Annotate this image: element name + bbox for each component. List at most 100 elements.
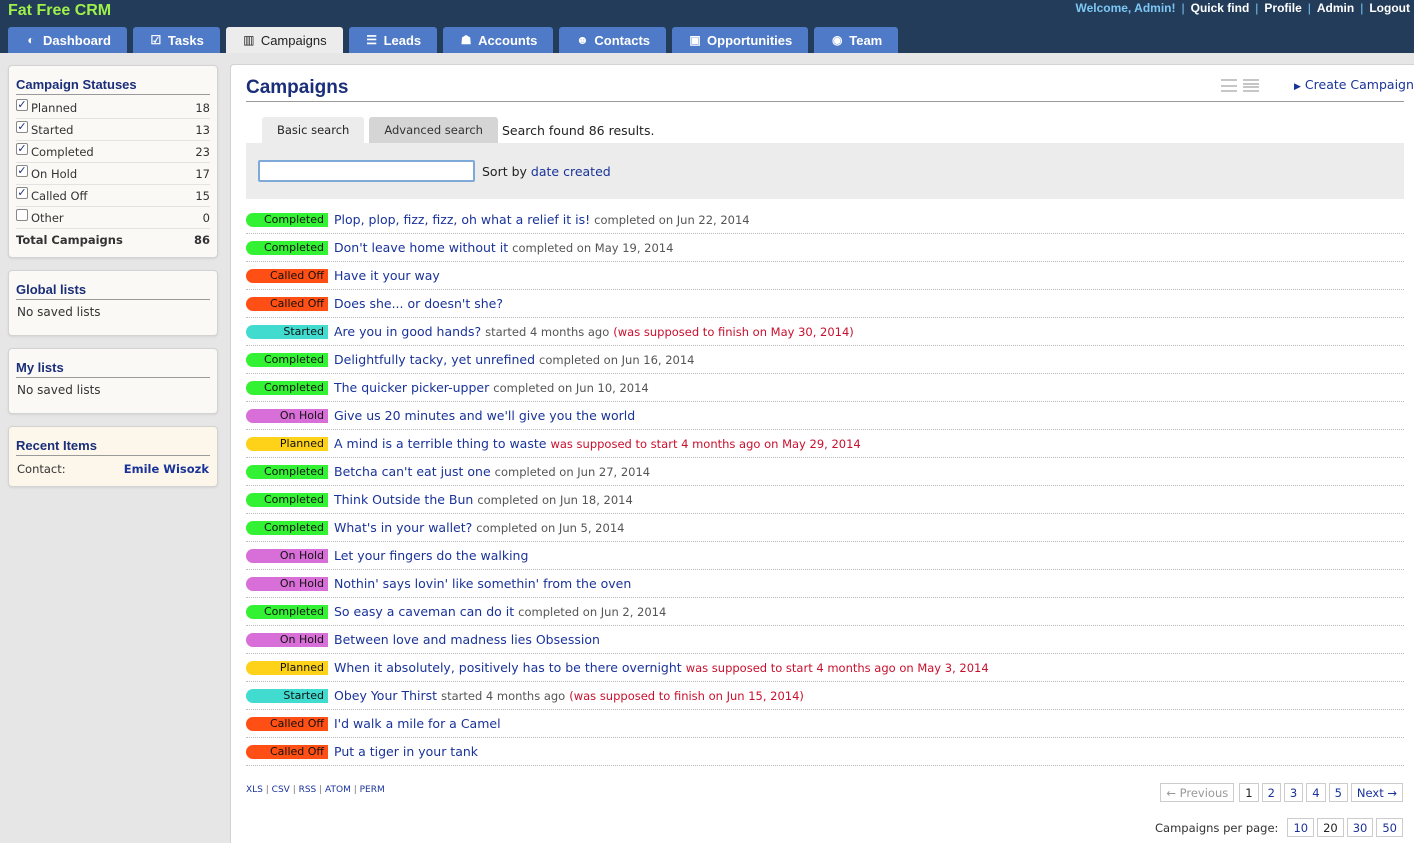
money-icon: ▣ [689, 33, 701, 47]
export-perm-link[interactable]: PERM [360, 785, 385, 795]
tab-label: Dashboard [43, 32, 111, 48]
page-1-button[interactable]: 1 [1239, 783, 1259, 802]
campaign-status-note: completed on Jun 10, 2014 [493, 380, 649, 395]
create-campaign-label: Create Campaign [1304, 77, 1414, 92]
status-checkbox[interactable]: ✓ [16, 164, 28, 177]
campaign-status-note: completed on Jun 5, 2014 [476, 520, 625, 535]
campaign-link[interactable]: What's in your wallet? [334, 520, 472, 535]
tab-team[interactable]: ◉ Team [814, 27, 899, 53]
check-icon: ☑ [150, 33, 162, 47]
nav-separator: | [1360, 1, 1364, 15]
campaign-overdue-warning: (was supposed to finish on May 30, 2014) [613, 324, 854, 339]
list-item: Started Obey Your Thirst started 4 months … [246, 682, 1404, 710]
search-input[interactable] [258, 160, 475, 182]
total-count: 86 [193, 233, 210, 247]
tab-leads[interactable]: ☰ Leads [348, 27, 438, 53]
campaign-link[interactable]: The quicker picker-upper [334, 380, 489, 395]
status-badge: On Hold [246, 632, 328, 647]
campaign-link[interactable]: Betcha can't eat just one [334, 464, 491, 479]
campaign-link[interactable]: Plop, plop, fizz, fizz, oh what a relief… [334, 212, 590, 227]
user-icon: ☻ [576, 33, 589, 47]
profile-link[interactable]: Profile [1264, 1, 1301, 15]
sort-label: Sort by [482, 164, 527, 179]
status-filter-list: ✓ Planned 18 ✓ Started 13 ✓ Completed 23 ✓ On Hold… [9, 97, 217, 229]
long-view-icon[interactable] [1243, 79, 1259, 92]
page-5-button[interactable]: 5 [1328, 783, 1348, 802]
campaign-link[interactable]: When it absolutely, positively has to be… [334, 660, 682, 675]
list-item: Planned When it absolutely, positively ha… [246, 654, 1404, 682]
export-atom-link[interactable]: ATOM [325, 785, 351, 795]
campaign-list: Completed Plop, plop, fizz, fizz, oh what… [246, 206, 1404, 766]
per-page-label: Campaigns per page: [1155, 820, 1279, 835]
recent-item: Contact: Emile Wisozk [17, 462, 209, 476]
search-panel: Sort by date created [246, 143, 1404, 199]
status-count: 18 [195, 100, 210, 115]
campaign-link[interactable]: A mind is a terrible thing to waste [334, 436, 546, 451]
recent-contact-link[interactable]: Emile Wisozk [124, 462, 209, 476]
bar-chart-icon: ▥ [243, 33, 255, 47]
nav-separator: | [1307, 1, 1311, 15]
campaign-link[interactable]: Delightfully tacky, yet unrefined [334, 352, 535, 367]
campaign-link[interactable]: Put a tiger in your tank [334, 744, 478, 759]
tab-tasks[interactable]: ☑ Tasks [132, 27, 220, 53]
per-page-10-button[interactable]: 10 [1287, 818, 1315, 837]
tab-dashboard[interactable]: ◐ Dashboard [8, 27, 127, 53]
tab-advanced-search[interactable]: Advanced search [369, 117, 498, 143]
create-campaign-link[interactable]: ▶ Create Campaign [1294, 77, 1414, 92]
tab-contacts[interactable]: ☻ Contacts [559, 27, 667, 53]
recent-item-label: Contact: [17, 462, 66, 476]
list-item: On Hold Give us 20 minutes and we'll give… [246, 402, 1404, 430]
tab-label: Opportunities [707, 32, 793, 48]
list-item: Completed Think Outside the Bun completed … [246, 486, 1404, 514]
search-results-count: Search found 86 results. [501, 122, 655, 138]
quick-find-link[interactable]: Quick find [1191, 1, 1250, 15]
campaign-link[interactable]: Think Outside the Bun [334, 492, 473, 507]
status-checkbox[interactable]: ✓ [16, 186, 28, 199]
per-page-30-button[interactable]: 30 [1346, 818, 1374, 837]
tab-accounts[interactable]: ☗ Accounts [443, 27, 554, 53]
campaign-link[interactable]: Are you in good hands? [334, 324, 481, 339]
campaign-link[interactable]: Obey Your Thirst [334, 688, 437, 703]
export-xls-link[interactable]: XLS [246, 785, 263, 795]
list-item: On Hold Nothin' says lovin' like somethin… [246, 570, 1404, 598]
logout-link[interactable]: Logout [1369, 1, 1410, 15]
status-filter-on-hold: ✓ On Hold 17 [16, 163, 210, 185]
brand-logo[interactable]: Fat Free CRM [8, 2, 111, 20]
next-page-button[interactable]: Next → [1350, 783, 1403, 802]
status-checkbox[interactable]: ✓ [16, 142, 28, 155]
status-checkbox[interactable]: ✓ [16, 98, 28, 111]
list-item: Completed Delightfully tacky, yet unrefin… [246, 346, 1404, 374]
campaign-link[interactable]: Give us 20 minutes and we'll give you th… [334, 408, 635, 423]
page-2-button[interactable]: 2 [1261, 783, 1281, 802]
campaign-link[interactable]: Between love and madness lies Obsession [334, 632, 600, 647]
tab-campaigns[interactable]: ▥ Campaigns [225, 27, 343, 53]
campaign-link[interactable]: Have it your way [334, 268, 440, 283]
export-csv-link[interactable]: CSV [272, 785, 290, 795]
campaign-link[interactable]: So easy a caveman can do it [334, 604, 514, 619]
main-content: Campaigns ▶ Create Campaign Basic search… [230, 64, 1414, 843]
tab-opportunities[interactable]: ▣ Opportunities [672, 27, 809, 53]
tab-basic-search[interactable]: Basic search [262, 117, 365, 143]
brief-view-icon[interactable] [1221, 79, 1237, 92]
page-4-button[interactable]: 4 [1306, 783, 1326, 802]
per-page-20-button[interactable]: 20 [1317, 818, 1344, 837]
statuses-title: Campaign Statuses [16, 77, 210, 95]
status-count: 15 [195, 188, 210, 203]
status-checkbox[interactable]: ✓ [16, 120, 28, 133]
status-badge: On Hold [246, 548, 328, 563]
per-page-50-button[interactable]: 50 [1376, 818, 1403, 837]
export-rss-link[interactable]: RSS [299, 785, 317, 795]
status-checkbox[interactable] [16, 208, 28, 221]
pagination: ← Previous 1 2 3 4 5 Next → [1160, 783, 1403, 802]
campaign-link[interactable]: Does she... or doesn't she? [334, 296, 503, 311]
page-3-button[interactable]: 3 [1283, 783, 1304, 802]
campaign-link[interactable]: I'd walk a mile for a Camel [334, 716, 501, 731]
per-page-selector: Campaigns per page: 10 20 30 50 [1155, 818, 1403, 837]
campaign-link[interactable]: Don't leave home without it [334, 240, 508, 255]
campaign-link[interactable]: Let your fingers do the walking [334, 548, 528, 563]
sort-by-link[interactable]: date created [531, 164, 611, 179]
recent-items-title: Recent Items [16, 438, 210, 456]
export-separator: | [262, 785, 272, 795]
campaign-link[interactable]: Nothin' says lovin' like somethin' from … [334, 576, 631, 591]
admin-link[interactable]: Admin [1317, 1, 1354, 15]
